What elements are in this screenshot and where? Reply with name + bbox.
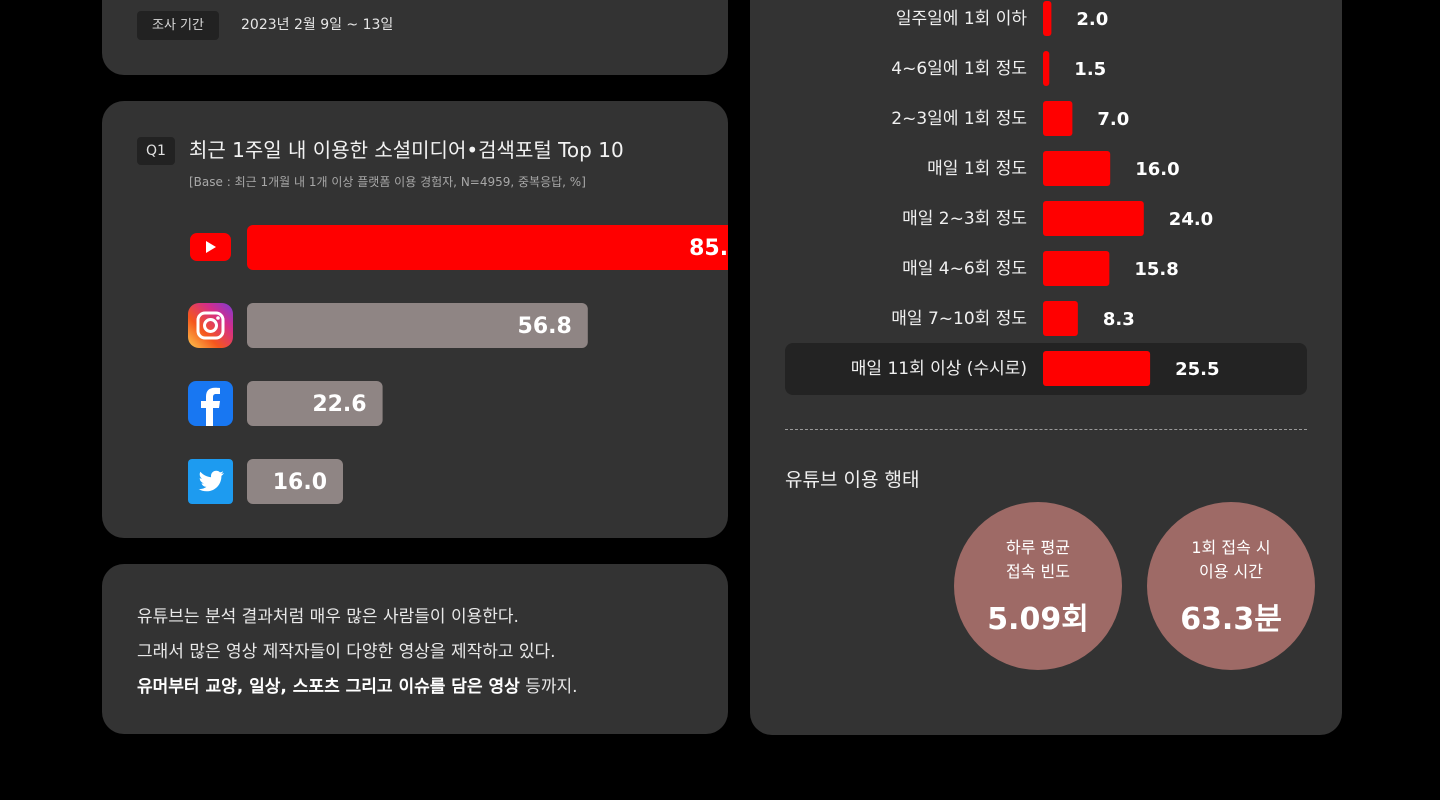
frequency-value: 8.3: [1103, 309, 1135, 330]
frequency-bar: [1043, 51, 1050, 86]
instagram-icon: [188, 303, 233, 348]
summary-text-card: 유튜브는 분석 결과처럼 매우 많은 사람들이 이용한다. 그래서 많은 영상 …: [102, 564, 728, 734]
bar-value-youtube: 85.4: [689, 236, 728, 261]
frequency-value: 16.0: [1135, 159, 1179, 180]
access-frequency-chart: 일주일에 1회 이하 2.0 4~6일에 1회 정도 1.5 2~3일에 1회 정도 7.…: [785, 1, 1307, 395]
avg-frequency-label-1: 하루 평균: [1006, 538, 1070, 557]
category-label: 매일 11회 이상 (수시로): [851, 359, 1027, 379]
youtube-frequency-card: 일주일에 1회 이하 2.0 4~6일에 1회 정도 1.5 2~3일에 1회 정도 7.…: [750, 0, 1342, 735]
summary-line-3-rest: 등까지.: [519, 677, 578, 697]
session-time-circle: 1회 접속 시 이용 시간 63.3분: [1147, 502, 1315, 670]
avg-frequency-circle: 하루 평균 접속 빈도 5.09회: [954, 502, 1122, 670]
bar-youtube: [247, 225, 728, 270]
frequency-value: 7.0: [1097, 109, 1129, 130]
category-label: 매일 7~10회 정도: [891, 309, 1027, 329]
summary-line-2: 그래서 많은 영상 제작자들이 다양한 영상을 제작하고 있다.: [137, 642, 556, 662]
category-label: 4~6일에 1회 정도: [891, 59, 1027, 79]
avg-frequency-label-2: 접속 빈도: [1006, 562, 1070, 581]
summary-line-3-bold: 유머부터 교양, 일상, 스포츠 그리고 이슈를 담은 영상: [137, 677, 520, 697]
frequency-value: 25.5: [1175, 359, 1219, 380]
youtube-usage-title: 유튜브 이용 행태: [785, 469, 920, 491]
summary-line-3: 유머부터 교양, 일상, 스포츠 그리고 이슈를 담은 영상 등까지.: [137, 672, 578, 697]
q1-chart-card: Q1 최근 1주일 내 이용한 소셜미디어•검색포털 Top 10 [Base …: [102, 101, 728, 538]
survey-period-value: 2023년 2월 9일 ~ 13일: [241, 17, 394, 33]
bar-value-twitter: 16.0: [273, 470, 327, 495]
survey-period-card: 조사 기간 2023년 2월 9일 ~ 13일: [102, 0, 728, 75]
category-label: 매일 2~3회 정도: [902, 209, 1027, 229]
bar-value-instagram: 56.8: [518, 314, 572, 339]
category-label: 2~3일에 1회 정도: [891, 109, 1027, 129]
frequency-bar: [1043, 151, 1111, 186]
frequency-bar: [1043, 251, 1110, 286]
frequency-value: 24.0: [1169, 209, 1213, 230]
summary-line-1: 유튜브는 분석 결과처럼 매우 많은 사람들이 이용한다.: [137, 607, 519, 627]
frequency-bar: [1043, 301, 1078, 336]
twitter-icon: [188, 459, 233, 504]
youtube-icon: [190, 233, 231, 261]
platform-usage-chart: 85.4 56.8 22.6 16.0: [188, 225, 728, 504]
frequency-value: 15.8: [1134, 259, 1178, 280]
frequency-bar: [1043, 101, 1073, 136]
session-time-label-1: 1회 접속 시: [1191, 538, 1271, 557]
survey-period-tag: 조사 기간: [137, 11, 219, 40]
bar-value-facebook: 22.6: [312, 392, 366, 417]
frequency-bar: [1043, 1, 1052, 36]
frequency-value: 1.5: [1074, 59, 1106, 80]
frequency-bar: [1043, 201, 1144, 236]
session-time-label-2: 이용 시간: [1199, 562, 1263, 581]
avg-frequency-value: 5.09회: [987, 602, 1089, 637]
category-label: 일주일에 1회 이하: [896, 9, 1027, 29]
frequency-value: 2.0: [1076, 9, 1108, 30]
frequency-bar: [1043, 351, 1151, 386]
section-divider: [785, 429, 1307, 430]
category-label: 매일 1회 정도: [927, 159, 1027, 179]
facebook-icon: [188, 381, 233, 426]
category-label: 매일 4~6회 정도: [902, 259, 1027, 279]
session-time-value: 63.3분: [1180, 602, 1282, 637]
